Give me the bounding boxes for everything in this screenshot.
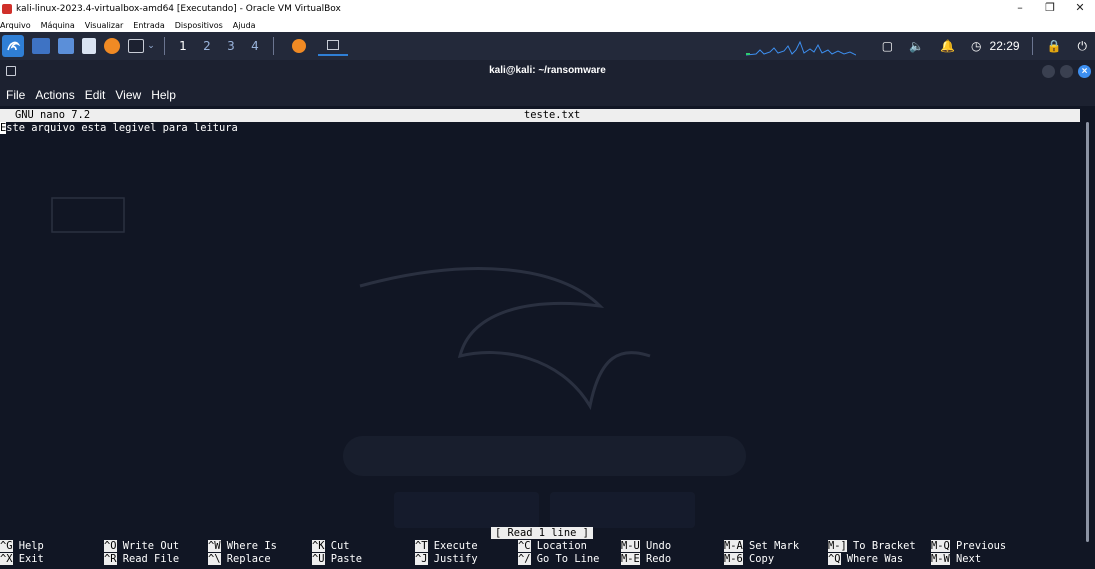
shortcut-undo[interactable]: M-U Undo bbox=[621, 540, 671, 553]
shortcut-redo[interactable]: M-E Redo bbox=[621, 553, 671, 566]
shortcut-write-out[interactable]: ^O Write Out bbox=[104, 540, 179, 553]
menu-view[interactable]: View bbox=[110, 88, 146, 102]
shortcut-location[interactable]: ^C Location bbox=[518, 540, 587, 553]
shortcut-where-was[interactable]: ^Q Where Was bbox=[828, 553, 903, 566]
nano-line-text: ste arquivo esta legivel para leitura bbox=[6, 122, 238, 134]
panel-tray: ▢ 🔈 🔔 ◷ 22:29 🔒 ⏻ bbox=[745, 32, 1095, 60]
workspace-2[interactable]: 2 bbox=[195, 39, 219, 53]
shortcut-previous[interactable]: M-Q Previous bbox=[931, 540, 1006, 553]
minimize-button[interactable] bbox=[1042, 65, 1055, 78]
firefox-icon[interactable] bbox=[104, 38, 120, 54]
shortcut-set-mark[interactable]: M-A Set Mark bbox=[724, 540, 799, 553]
panel-clock[interactable]: 22:29 bbox=[990, 39, 1020, 53]
workspace-4[interactable]: 4 bbox=[243, 39, 267, 53]
volume-icon[interactable]: 🔈 bbox=[909, 39, 924, 53]
shortcut-paste[interactable]: ^U Paste bbox=[312, 553, 362, 566]
kali-dragon-background bbox=[51, 197, 746, 528]
menu-file[interactable]: File bbox=[0, 88, 30, 102]
terminal-titlebar[interactable]: kali@kali: ~/ransomware × bbox=[0, 60, 1095, 84]
host-menubar: Arquivo Máquina Visualizar Entrada Dispo… bbox=[0, 18, 1095, 32]
minimize-button[interactable]: – bbox=[1005, 0, 1035, 18]
menu-edit[interactable]: Edit bbox=[80, 88, 111, 102]
panel-separator bbox=[1031, 37, 1033, 55]
panel-separator bbox=[273, 37, 274, 55]
menu-entrada[interactable]: Entrada bbox=[128, 21, 169, 30]
notification-bell-icon[interactable]: 🔔 bbox=[940, 39, 955, 53]
shortcut-help[interactable]: ^G Help bbox=[0, 540, 44, 553]
terminal-icon bbox=[327, 40, 339, 50]
taskbar-firefox[interactable] bbox=[284, 36, 314, 56]
close-button[interactable]: ✕ bbox=[1065, 0, 1095, 18]
shortcut-copy[interactable]: M-6 Copy bbox=[724, 553, 774, 566]
network-graph bbox=[745, 40, 856, 56]
shortcut-go-to-line[interactable]: ^/ Go To Line bbox=[518, 553, 599, 566]
firefox-icon bbox=[292, 39, 306, 53]
shortcut-exit[interactable]: ^X Exit bbox=[0, 553, 44, 566]
kali-menu-icon[interactable] bbox=[2, 35, 24, 57]
clock-icon: ◷ bbox=[971, 39, 982, 53]
shortcut-read-file[interactable]: ^R Read File bbox=[104, 553, 179, 566]
terminal-menubar: File Actions Edit View Help bbox=[0, 84, 1095, 106]
window-icon[interactable]: ▢ bbox=[882, 39, 893, 53]
terminal-window-controls: × bbox=[1037, 65, 1091, 78]
maximize-button[interactable]: ❐ bbox=[1035, 0, 1065, 18]
shortcut-next[interactable]: M-W Next bbox=[931, 553, 981, 566]
workspace-3[interactable]: 3 bbox=[219, 39, 243, 53]
taskbar-terminal[interactable] bbox=[318, 36, 348, 56]
nano-shortcut-bar: ^G Help ^X Exit ^O Write Out ^R Read Fil… bbox=[0, 540, 1095, 566]
menu-ajuda[interactable]: Ajuda bbox=[228, 21, 261, 30]
nano-text-line[interactable]: Este arquivo esta legivel para leitura bbox=[0, 122, 238, 135]
lock-icon[interactable]: 🔒 bbox=[1047, 39, 1062, 53]
menu-arquivo[interactable]: Arquivo bbox=[0, 21, 36, 30]
host-window-title: kali-linux-2023.4-virtualbox-amd64 [Exec… bbox=[16, 4, 341, 14]
logout-icon[interactable]: ⏻ bbox=[1078, 39, 1088, 54]
shortcut-cut[interactable]: ^K Cut bbox=[312, 540, 350, 553]
maximize-button[interactable] bbox=[1060, 65, 1073, 78]
shortcut-where-is[interactable]: ^W Where Is bbox=[208, 540, 277, 553]
terminal-body[interactable]: GNU nano 7.2 teste.txt Este arquivo esta… bbox=[0, 106, 1095, 569]
nano-header-bar: GNU nano 7.2 teste.txt bbox=[0, 109, 1080, 122]
terminal-scrollbar[interactable] bbox=[1086, 122, 1089, 542]
menu-dispositivos[interactable]: Dispositivos bbox=[170, 21, 228, 30]
shortcut-execute[interactable]: ^T Execute bbox=[415, 540, 478, 553]
nano-status-message: [ Read 1 line ] bbox=[491, 527, 593, 539]
menu-actions[interactable]: Actions bbox=[30, 88, 79, 102]
shortcut-replace[interactable]: ^\ Replace bbox=[208, 553, 271, 566]
menu-help[interactable]: Help bbox=[146, 88, 181, 102]
host-titlebar: kali-linux-2023.4-virtualbox-amd64 [Exec… bbox=[0, 0, 1095, 18]
close-button[interactable]: × bbox=[1078, 65, 1091, 78]
kali-top-panel: ⌄ 1 2 3 4 ▢ 🔈 🔔 ◷ 22:29 🔒 ⏻ bbox=[0, 32, 1095, 60]
menu-maquina[interactable]: Máquina bbox=[36, 21, 80, 30]
text-editor-icon[interactable] bbox=[82, 38, 96, 54]
vm-screen: ⌄ 1 2 3 4 ▢ 🔈 🔔 ◷ 22:29 🔒 ⏻ kali@kali: ~… bbox=[0, 32, 1095, 569]
shortcut-to-bracket[interactable]: M-] To Bracket bbox=[828, 540, 916, 553]
menu-visualizar[interactable]: Visualizar bbox=[80, 21, 129, 30]
show-desktop-icon[interactable] bbox=[32, 38, 50, 54]
panel-separator bbox=[164, 37, 165, 55]
terminal-launcher-icon[interactable] bbox=[128, 39, 144, 53]
chevron-down-icon[interactable]: ⌄ bbox=[144, 41, 158, 51]
nano-filename: teste.txt bbox=[524, 109, 581, 121]
workspace-1[interactable]: 1 bbox=[171, 39, 195, 53]
file-manager-icon[interactable] bbox=[58, 38, 74, 54]
terminal-title: kali@kali: ~/ransomware bbox=[489, 65, 606, 76]
virtualbox-icon bbox=[2, 4, 12, 14]
host-window-controls: – ❐ ✕ bbox=[1005, 0, 1095, 18]
nano-version: GNU nano 7.2 bbox=[15, 109, 91, 121]
shortcut-justify[interactable]: ^J Justify bbox=[415, 553, 478, 566]
